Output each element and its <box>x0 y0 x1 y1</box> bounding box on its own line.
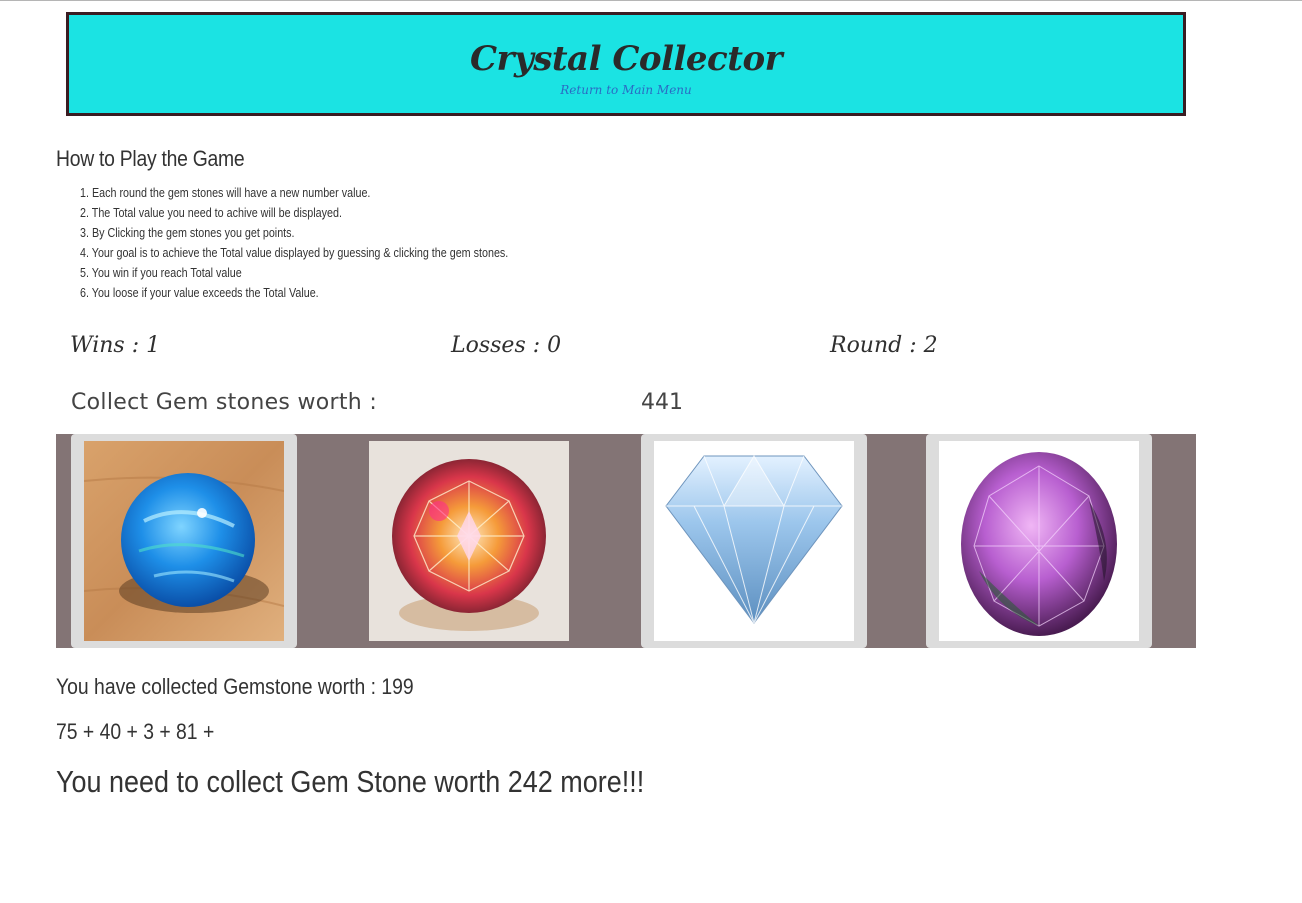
gem-button-blue-opal[interactable] <box>71 434 297 648</box>
rule-item: 1. Each round the gem stones will have a… <box>80 186 371 200</box>
rules-list: 1. Each round the gem stones will have a… <box>80 183 508 303</box>
how-to-play-heading: How to Play the Game <box>56 146 245 171</box>
losses-counter: Losses : 0 <box>451 333 562 358</box>
rule-item: 3. By Clicking the gem stones you get po… <box>80 226 295 240</box>
remaining-message: You need to collect Gem Stone worth 242 … <box>56 764 645 799</box>
collected-total: You have collected Gemstone worth : 199 <box>56 674 414 699</box>
target-value: 441 <box>641 390 683 415</box>
gem-button-amethyst[interactable] <box>926 434 1152 648</box>
gem-button-diamond[interactable] <box>641 434 867 648</box>
round-counter: Round : 2 <box>830 333 938 358</box>
browser-top-border <box>0 0 1302 1</box>
rule-item: 6. You loose if your value exceeds the T… <box>80 286 319 300</box>
rule-item: 5. You win if you reach Total value <box>80 266 242 280</box>
game-header: Crystal Collector Return to Main Menu <box>66 12 1186 116</box>
gem-strip <box>56 434 1196 648</box>
return-to-main-menu-link[interactable]: Return to Main Menu <box>560 83 692 97</box>
amethyst-gem-icon <box>939 441 1139 641</box>
blue-opal-gem-icon <box>84 441 284 641</box>
gem-button-mystic-topaz[interactable] <box>356 434 582 648</box>
wins-counter: Wins : 1 <box>70 333 161 358</box>
collected-sequence: 75 + 40 + 3 + 81 + <box>56 719 215 744</box>
rule-item: 4. Your goal is to achieve the Total val… <box>80 246 509 260</box>
game-title: Crystal Collector <box>469 39 783 79</box>
mystic-topaz-gem-icon <box>369 441 569 641</box>
rule-item: 2. The Total value you need to achive wi… <box>80 206 342 220</box>
diamond-gem-icon <box>654 441 854 641</box>
target-label: Collect Gem stones worth : <box>71 390 378 415</box>
